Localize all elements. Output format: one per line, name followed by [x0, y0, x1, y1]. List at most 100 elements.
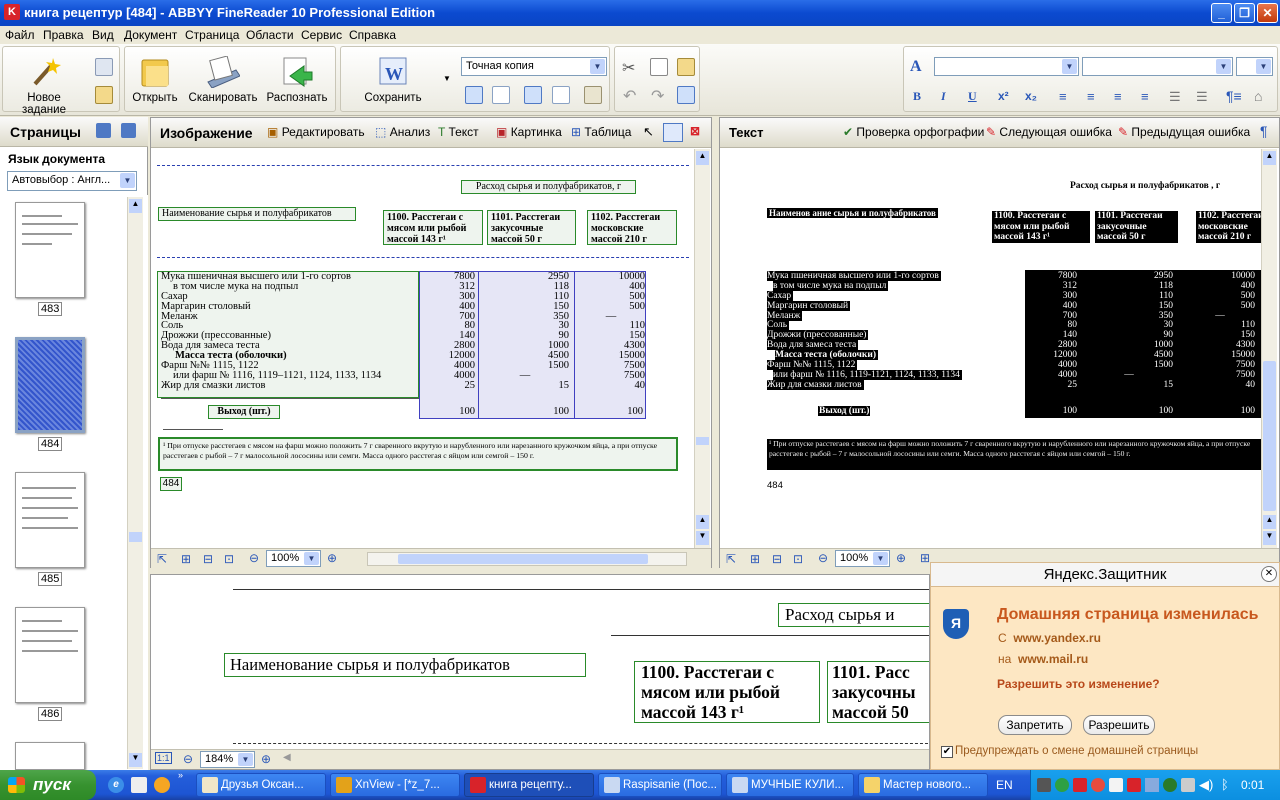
- menu-areas[interactable]: Области: [246, 28, 294, 42]
- import-page-icon[interactable]: [96, 123, 111, 138]
- text-vscrollbar[interactable]: ▲ ▲ ▼: [1261, 149, 1277, 548]
- scroll-thumb[interactable]: [129, 532, 142, 542]
- cut-icon[interactable]: ✂: [622, 58, 635, 78]
- text-fit-height-icon[interactable]: ⊟: [772, 552, 782, 566]
- close-button[interactable]: ✕: [1257, 3, 1278, 23]
- folder-small-icon[interactable]: [95, 86, 113, 104]
- style-select[interactable]: ▼: [934, 57, 1079, 76]
- bold-icon[interactable]: B: [913, 89, 921, 104]
- layout-icon-4[interactable]: [552, 86, 570, 104]
- tray-icon[interactable]: [1073, 778, 1087, 792]
- layout-icon-2[interactable]: [492, 86, 510, 104]
- name-col-region[interactable]: Наименование сырья и полуфабрикатов: [158, 207, 356, 221]
- image-zoom-select[interactable]: 100% ▼: [266, 550, 321, 567]
- zoom-panel-zoom-out[interactable]: ⊖: [183, 752, 193, 766]
- allow-button[interactable]: Разрешить: [1083, 715, 1155, 735]
- taskbar-item[interactable]: Друзья Оксан...: [196, 773, 326, 797]
- select-area-icon[interactable]: [663, 123, 683, 142]
- align-right-icon[interactable]: ≡: [1114, 89, 1122, 104]
- zoom-col2-region[interactable]: 1101. Расс закусочны массой 50: [827, 661, 929, 723]
- maximize-button[interactable]: ❐: [1234, 3, 1255, 23]
- save-mode-select[interactable]: Точная копия ▼: [461, 57, 607, 76]
- clock[interactable]: 0:01: [1241, 778, 1264, 792]
- actual-size-icon[interactable]: ⊡: [224, 552, 234, 566]
- align-center-icon[interactable]: ≡: [1087, 89, 1095, 104]
- export-page-icon[interactable]: [121, 123, 136, 138]
- tray-icon[interactable]: [1055, 778, 1069, 792]
- zoom-name-col-region[interactable]: Наименование сырья и полуфабрикатов: [224, 653, 586, 677]
- fit-width-icon[interactable]: ⊞: [181, 552, 191, 566]
- style-icon[interactable]: A: [910, 58, 922, 76]
- popup-close-icon[interactable]: ✕: [1261, 566, 1277, 582]
- pointer-icon[interactable]: ↖: [643, 124, 654, 140]
- justify-icon[interactable]: ≡: [1141, 89, 1149, 104]
- quicklaunch-icon-3[interactable]: [154, 777, 170, 793]
- menu-service[interactable]: Сервис: [301, 28, 342, 42]
- scroll-down-arrow[interactable]: ▼: [129, 753, 142, 767]
- menu-help[interactable]: Справка: [349, 28, 396, 42]
- tray-icon[interactable]: [1037, 778, 1051, 792]
- tray-icon[interactable]: [1127, 778, 1141, 792]
- image-vscrollbar[interactable]: ▲ ▲ ▼: [694, 149, 710, 548]
- tray-icon[interactable]: [1145, 778, 1159, 792]
- deny-button[interactable]: Запретить: [998, 715, 1072, 735]
- spellcheck-button[interactable]: ✔ Проверка орфографии: [843, 125, 984, 139]
- volume-icon[interactable]: ◀): [1199, 777, 1213, 793]
- subscript-icon[interactable]: x₂: [1025, 89, 1037, 103]
- language-indicator[interactable]: EN: [996, 778, 1013, 792]
- minimize-button[interactable]: _: [1211, 3, 1232, 23]
- text-fit-page-icon[interactable]: ⇱: [726, 552, 736, 566]
- zoom-in-icon[interactable]: ⊕: [327, 551, 337, 565]
- col2-region[interactable]: 1101. Расстегаи закусочные массой 50 г: [487, 210, 576, 245]
- footnote-region[interactable]: ¹ При отпуске расстегаев с мясом на фарш…: [158, 437, 678, 471]
- taskbar-item[interactable]: Мастер нового...: [858, 773, 988, 797]
- bluetooth-icon[interactable]: ᛒ: [1221, 777, 1229, 792]
- tray-icon[interactable]: [1163, 778, 1177, 792]
- next-error-button[interactable]: ✎ Следующая ошибка: [986, 125, 1112, 139]
- taskbar-item[interactable]: Raspisanie (Пос...: [598, 773, 722, 797]
- open-button[interactable]: Открыть: [126, 52, 184, 108]
- fit-height-icon[interactable]: ⊟: [203, 552, 213, 566]
- font-size-select[interactable]: ▼: [1236, 57, 1273, 76]
- col3-region[interactable]: 1102. Расстегаи московские массой 210 г: [587, 210, 677, 245]
- redo-icon[interactable]: ↷: [651, 86, 664, 106]
- underline-icon[interactable]: U: [968, 89, 977, 104]
- page-thumbnail[interactable]: [15, 202, 85, 298]
- menu-view[interactable]: Вид: [92, 28, 114, 42]
- text-actual-size-icon[interactable]: ⊡: [793, 552, 803, 566]
- prev-error-button[interactable]: ✎ Предыдущая ошибка: [1118, 125, 1250, 139]
- quicklaunch-expand[interactable]: »: [178, 770, 183, 780]
- col1-region[interactable]: 1100. Расстегаи с мясом или рыбой массой…: [383, 210, 483, 245]
- page-thumbnail-selected[interactable]: [15, 337, 85, 433]
- pilcrow-icon[interactable]: ¶: [1260, 123, 1268, 139]
- header-region[interactable]: Расход сырья и полуфабрикатов, г: [461, 180, 636, 194]
- page-thumbnail[interactable]: [15, 607, 85, 703]
- undo-icon[interactable]: ↶: [623, 86, 636, 106]
- tool-picture[interactable]: ▣ Картинка: [496, 125, 562, 139]
- text-editor[interactable]: Расход сырья и полуфабрикатов , г Наимен…: [720, 149, 1261, 548]
- scroll-up-arrow[interactable]: ▲: [129, 199, 142, 213]
- output-label-region[interactable]: Выход (шт.): [208, 405, 280, 419]
- taskbar-item-active[interactable]: книга рецепту...: [464, 773, 594, 797]
- taskbar-item[interactable]: XnView - [*z_7...: [330, 773, 460, 797]
- delete-area-icon[interactable]: ⊠: [690, 124, 700, 138]
- fit-page-icon[interactable]: ⇱: [157, 552, 167, 566]
- tray-icon[interactable]: [1091, 778, 1105, 792]
- format-extra-icon[interactable]: ⌂: [1254, 88, 1262, 104]
- tool-text[interactable]: T Текст: [438, 125, 479, 139]
- text-view-icon[interactable]: ⊞: [920, 551, 930, 565]
- new-task-button[interactable]: Новое задание: [4, 52, 84, 116]
- page-icon[interactable]: [95, 58, 113, 76]
- network-icon[interactable]: [1181, 778, 1195, 792]
- menu-edit[interactable]: Правка: [43, 28, 84, 42]
- text-zoom-select[interactable]: 100% ▼: [835, 550, 890, 567]
- align-left-icon[interactable]: ≡: [1059, 89, 1067, 104]
- copy-icon[interactable]: [650, 58, 668, 76]
- menu-file[interactable]: Файл: [5, 28, 35, 42]
- zoom-col1-region[interactable]: 1100. Расстегаи с мясом или рыбой массой…: [634, 661, 820, 723]
- ie-icon[interactable]: e: [108, 777, 124, 793]
- layout-icon-1[interactable]: [465, 86, 483, 104]
- scan-button[interactable]: Сканировать: [184, 52, 262, 108]
- zoom-out-icon[interactable]: ⊖: [249, 551, 259, 565]
- doc-language-select[interactable]: Автовыбор : Англ... ▼: [7, 171, 137, 191]
